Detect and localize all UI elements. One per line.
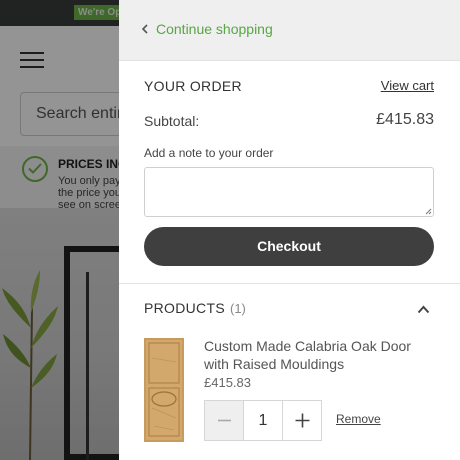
product-name[interactable]: Custom Made Calabria Oak Door with Raise… xyxy=(204,337,424,373)
chevron-up-icon[interactable] xyxy=(417,305,430,314)
continue-shopping-link[interactable]: Continue shopping xyxy=(156,21,273,37)
plus-icon xyxy=(295,413,310,428)
order-note-field[interactable] xyxy=(144,167,434,217)
drawer-header: Continue shopping xyxy=(119,0,460,61)
minus-icon xyxy=(218,419,231,422)
product-price: £415.83 xyxy=(204,375,251,390)
resize-grip-icon[interactable] xyxy=(425,208,432,215)
cart-drawer: Continue shopping YOUR ORDER View cart S… xyxy=(119,0,460,460)
product-image[interactable] xyxy=(144,338,184,442)
products-count: (1) xyxy=(230,301,246,316)
section-divider xyxy=(119,283,460,284)
order-note-label: Add a note to your order xyxy=(144,146,274,160)
subtotal-label: Subtotal: xyxy=(144,113,200,129)
order-title: YOUR ORDER xyxy=(144,78,242,94)
quantity-stepper: 1 xyxy=(204,400,322,441)
view-cart-link[interactable]: View cart xyxy=(381,78,434,93)
decrease-quantity-button[interactable] xyxy=(205,401,244,440)
remove-item-link[interactable]: Remove xyxy=(336,412,381,426)
increase-quantity-button[interactable] xyxy=(282,401,321,440)
quantity-value[interactable]: 1 xyxy=(244,401,282,440)
checkout-button[interactable]: Checkout xyxy=(144,227,434,266)
products-title[interactable]: PRODUCTS xyxy=(144,300,225,316)
subtotal-value: £415.83 xyxy=(376,111,434,128)
chevron-left-icon[interactable] xyxy=(141,24,149,34)
